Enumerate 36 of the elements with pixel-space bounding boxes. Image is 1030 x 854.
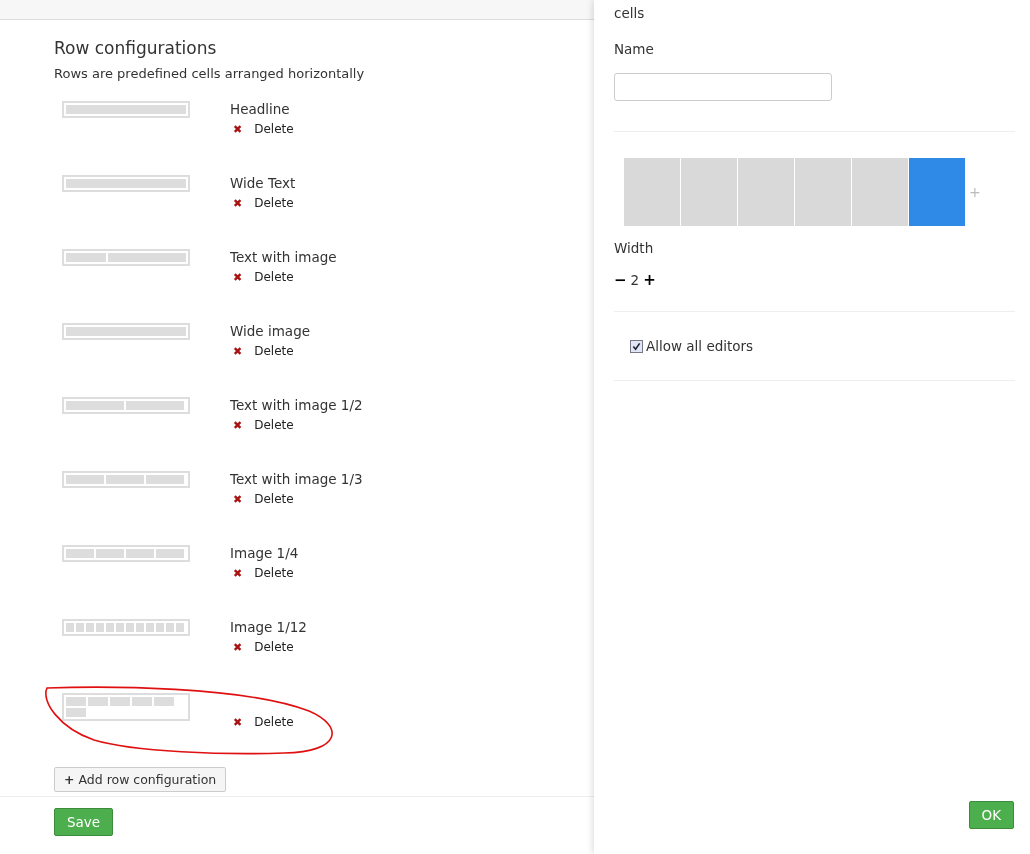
section-subtitle: Rows are predefined cells arranged horizontally	[54, 66, 366, 81]
increase-button[interactable]: +	[643, 271, 656, 289]
delete-link[interactable]: ✖ Delete	[230, 196, 296, 210]
delete-icon: ✖	[230, 344, 243, 358]
row-name: Image 1/4	[230, 545, 299, 561]
checkbox-label: Allow all editors	[646, 338, 754, 354]
row-name: Text with image	[230, 249, 337, 265]
decrease-button[interactable]: −	[614, 271, 627, 289]
delete-link[interactable]: ✖ Delete	[230, 344, 311, 358]
row-name: Text with image 1/3	[230, 471, 363, 487]
delete-icon: ✖	[230, 418, 243, 432]
row-name: Image 1/12	[230, 619, 307, 635]
row-name: Wide image	[230, 323, 311, 339]
name-label: Name	[614, 41, 655, 57]
delete-link[interactable]: ✖ Delete	[230, 492, 363, 506]
width-value: 2	[630, 272, 640, 288]
delete-icon: ✖	[230, 270, 243, 284]
row-name: Wide Text	[230, 175, 296, 191]
delete-link[interactable]: ✖ Delete	[230, 640, 307, 654]
delete-link[interactable]: ✖ Delete	[230, 418, 363, 432]
delete-icon: ✖	[230, 715, 243, 729]
delete-icon: ✖	[230, 640, 243, 654]
delete-icon: ✖	[230, 566, 243, 580]
delete-link[interactable]: ✖ Delete	[230, 566, 299, 580]
delete-icon: ✖	[230, 492, 243, 506]
width-label: Width	[614, 240, 655, 256]
delete-link[interactable]: ✖ Delete	[230, 270, 337, 284]
delete-link[interactable]: ✖ Delete	[230, 715, 294, 729]
section-title: Row configurations	[54, 38, 218, 58]
delete-icon: ✖	[230, 122, 243, 136]
row-name: Headline	[230, 101, 291, 117]
intro-text: cells	[614, 5, 646, 21]
delete-link[interactable]: ✖ Delete	[230, 122, 294, 136]
delete-icon: ✖	[230, 196, 243, 210]
add-row-button[interactable]: + Add row configuration	[54, 767, 227, 792]
row-name: Text with image 1/2	[230, 397, 363, 413]
